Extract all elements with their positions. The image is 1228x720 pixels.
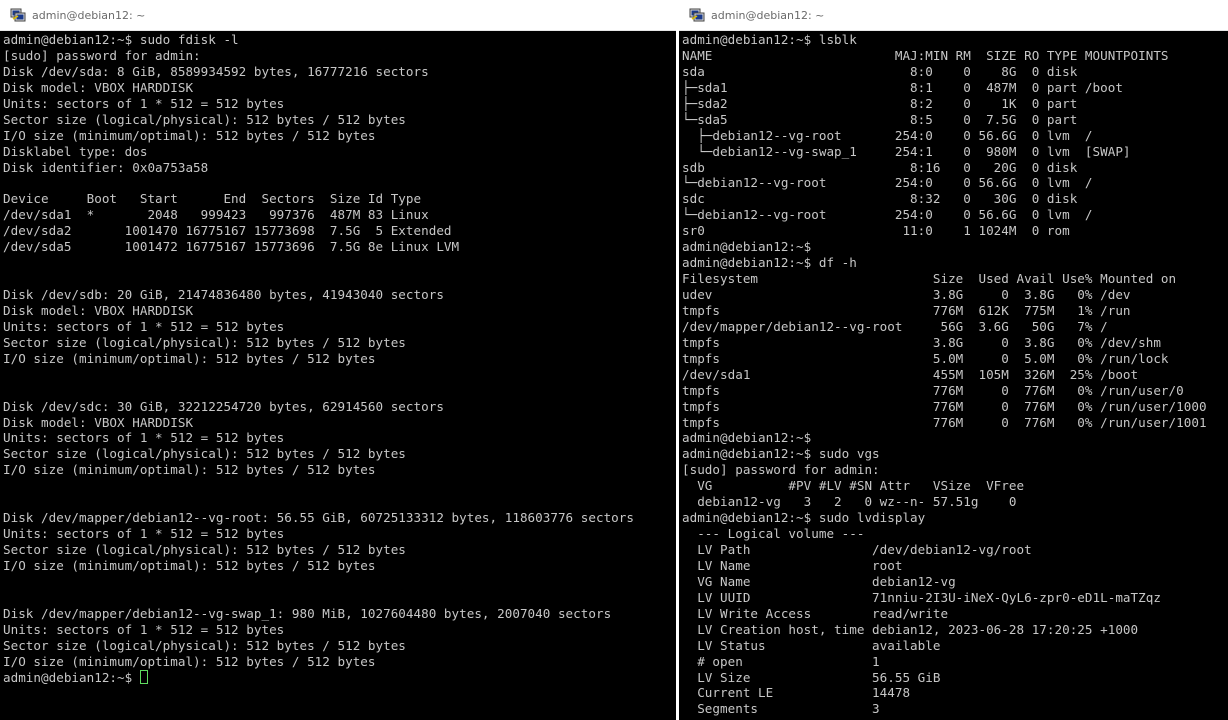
terminal-line: └─debian12--vg-swap_1 254:1 0 980M 0 lvm…	[682, 143, 1131, 159]
terminal-line: tmpfs 776M 0 776M 0% /run/user/1001	[682, 414, 1207, 430]
terminal-line: LV Write Access read/write	[682, 605, 949, 621]
terminal-line: LV Path /dev/debian12-vg/root	[682, 542, 1032, 557]
terminal-line: udev 3.8G 0 3.8G 0% /dev	[682, 287, 1131, 302]
cursor	[139, 669, 148, 684]
terminal-line: Disk /dev/sdb: 20 GiB, 21474836480 bytes…	[3, 287, 444, 302]
terminal-line: [sudo] password for admin:	[3, 47, 201, 63]
left-terminal-window[interactable]: admin@debian12: ~ admin@debian12:~$ sudo…	[0, 0, 676, 720]
terminal-line: Disk model: VBOX HARDDISK	[3, 414, 194, 430]
terminal-line: Disk model: VBOX HARDDISK	[3, 79, 194, 95]
terminal-line: [sudo] password for admin:	[682, 462, 880, 478]
terminal-line: └─sda5 8:5 0 7.5G 0 part	[682, 111, 1078, 127]
terminal-line: admin@debian12:~$ df -h	[682, 255, 857, 271]
putty-icon	[10, 7, 26, 23]
terminal-line: tmpfs 776M 612K 775M 1% /run	[682, 302, 1131, 318]
terminal-line: Current LE 14478	[682, 685, 911, 701]
terminal-line: admin@debian12:~$ sudo fdisk -l	[3, 32, 239, 47]
terminal-line: LV Creation host, time debian12, 2023-06…	[682, 621, 1139, 637]
left-titlebar[interactable]: admin@debian12: ~	[0, 0, 676, 31]
terminal-line: /dev/mapper/debian12--vg-root 56G 3.6G 5…	[682, 318, 1108, 334]
terminal-line: admin@debian12:~$ sudo vgs	[682, 446, 880, 462]
terminal-line: I/O size (minimum/optimal): 512 bytes / …	[3, 127, 376, 143]
terminal-line: /dev/sda2 1001470 16775167 15773698 7.5G…	[3, 223, 452, 239]
terminal-line: /dev/sda5 1001472 16775167 15773696 7.5G…	[3, 239, 460, 255]
terminal-line: sr0 11:0 1 1024M 0 rom	[682, 223, 1070, 239]
terminal-line: NAME MAJ:MIN RM SIZE RO TYPE MOUNTPOINTS	[682, 47, 1169, 63]
terminal-line: Units: sectors of 1 * 512 = 512 bytes	[3, 526, 285, 542]
terminal-line: ├─sda2 8:2 0 1K 0 part	[682, 95, 1078, 111]
terminal-line: LV Status available	[682, 637, 941, 653]
left-terminal-output[interactable]: admin@debian12:~$ sudo fdisk -l [sudo] pa…	[0, 31, 676, 720]
terminal-line: tmpfs 3.8G 0 3.8G 0% /dev/shm	[682, 334, 1161, 350]
terminal-line: sda 8:0 0 8G 0 disk	[682, 63, 1078, 79]
terminal-line: tmpfs 776M 0 776M 0% /run/user/0	[682, 382, 1184, 398]
terminal-line: VG #PV #LV #SN Attr VSize VFree	[682, 478, 1025, 494]
terminal-line: admin@debian12:~$ sudo lvdisplay	[682, 510, 926, 526]
terminal-line: Disk /dev/sda: 8 GiB, 8589934592 bytes, …	[3, 63, 429, 79]
terminal-line: Sector size (logical/physical): 512 byte…	[3, 542, 406, 557]
terminal-line: Segments 3	[682, 701, 880, 717]
terminal-line: tmpfs 776M 0 776M 0% /run/user/1000	[682, 398, 1207, 414]
terminal-line: Units: sectors of 1 * 512 = 512 bytes	[3, 430, 285, 446]
terminal-line: LV UUID 71nniu-2I3U-iNeX-QyL6-zpr0-eD1L-…	[682, 589, 1161, 605]
terminal-line: Units: sectors of 1 * 512 = 512 bytes	[3, 95, 285, 111]
terminal-line: I/O size (minimum/optimal): 512 bytes / …	[3, 653, 376, 669]
terminal-line: └─debian12--vg-root 254:0 0 56.6G 0 lvm …	[682, 207, 1093, 223]
terminal-line: Disklabel type: dos	[3, 143, 148, 159]
terminal-line: Device Boot Start End Sectors Size Id Ty…	[3, 191, 422, 207]
terminal-line: Sector size (logical/physical): 512 byte…	[3, 334, 406, 350]
terminal-line: I/O size (minimum/optimal): 512 bytes / …	[3, 350, 376, 366]
terminal-line: /dev/sda1 * 2048 999423 997376 487M 83 L…	[3, 207, 429, 223]
terminal-line: I/O size (minimum/optimal): 512 bytes / …	[3, 462, 376, 478]
terminal-line: --- Logical volume ---	[682, 526, 865, 542]
terminal-line: Disk identifier: 0x0a753a58	[3, 159, 209, 175]
terminal-line: Units: sectors of 1 * 512 = 512 bytes	[3, 621, 285, 637]
terminal-line: # open 1	[682, 653, 880, 669]
terminal-line: admin@debian12:~$	[682, 430, 812, 446]
terminal-line: Disk /dev/sdc: 30 GiB, 32212254720 bytes…	[3, 398, 444, 414]
prompt-text: admin@debian12:~$	[3, 669, 140, 685]
terminal-line: ├─sda1 8:1 0 487M 0 part /boot	[682, 79, 1123, 95]
terminal-line: ├─debian12--vg-root 254:0 0 56.6G 0 lvm …	[682, 127, 1093, 143]
terminal-line: Disk model: VBOX HARDDISK	[3, 302, 194, 318]
terminal-line: VG Name debian12-vg	[682, 573, 956, 589]
terminal-line: sdc 8:32 0 30G 0 disk	[682, 191, 1078, 207]
terminal-line: Sector size (logical/physical): 512 byte…	[3, 111, 406, 127]
terminal-line: LV Name root	[682, 557, 903, 573]
terminal-line: └─debian12--vg-root 254:0 0 56.6G 0 lvm …	[682, 175, 1093, 191]
terminal-line: Sector size (logical/physical): 512 byte…	[3, 446, 406, 462]
terminal-line: Filesystem Size Used Avail Use% Mounted …	[682, 271, 1177, 287]
terminal-line: /dev/sda1 455M 105M 326M 25% /boot	[682, 366, 1139, 382]
terminal-line: tmpfs 5.0M 0 5.0M 0% /run/lock	[682, 350, 1169, 366]
right-titlebar[interactable]: admin@debian12: ~	[679, 0, 1228, 31]
terminal-line: Disk /dev/mapper/debian12--vg-swap_1: 98…	[3, 605, 612, 621]
right-window-title: admin@debian12: ~	[711, 8, 825, 22]
right-terminal-output[interactable]: admin@debian12:~$ lsblk NAME MAJ:MIN RM S…	[679, 31, 1228, 720]
left-window-title: admin@debian12: ~	[32, 8, 146, 22]
prompt-line[interactable]: admin@debian12:~$	[3, 669, 676, 686]
right-terminal-window[interactable]: admin@debian12: ~ admin@debian12:~$ lsbl…	[679, 0, 1228, 720]
terminal-line: admin@debian12:~$	[682, 239, 812, 255]
putty-icon	[689, 7, 705, 23]
terminal-line: debian12-vg 3 2 0 wz--n- 57.51g 0	[682, 494, 1017, 510]
terminal-line: admin@debian12:~$ lsblk	[682, 32, 857, 47]
terminal-line: sdb 8:16 0 20G 0 disk	[682, 159, 1078, 175]
terminal-line: Sector size (logical/physical): 512 byte…	[3, 637, 406, 653]
terminal-line: I/O size (minimum/optimal): 512 bytes / …	[3, 557, 376, 573]
terminal-line: LV Size 56.55 GiB	[682, 669, 941, 685]
terminal-line: Disk /dev/mapper/debian12--vg-root: 56.5…	[3, 510, 634, 526]
terminal-line: Units: sectors of 1 * 512 = 512 bytes	[3, 318, 285, 334]
